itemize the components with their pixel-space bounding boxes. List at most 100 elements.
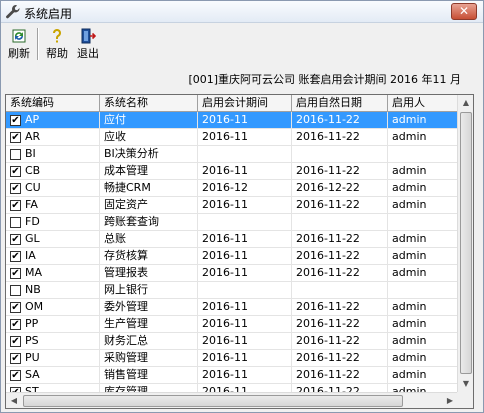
enable-period-cell: 2016-11 (198, 112, 292, 128)
enable-user-cell: admin (388, 265, 458, 281)
column-header-code[interactable]: 系统编码 (6, 95, 100, 111)
scroll-right-arrow-icon[interactable]: ▶ (442, 393, 458, 408)
enable-date-cell (292, 282, 388, 298)
enable-user-cell (388, 146, 458, 162)
system-code: BI (25, 147, 36, 160)
horizontal-scroll-thumb[interactable] (23, 395, 403, 407)
system-code-cell: ✔ AP (6, 112, 100, 128)
help-button[interactable]: 帮助 (41, 26, 73, 62)
column-header-name[interactable]: 系统名称 (100, 95, 198, 111)
system-code-cell: ✔ PS (6, 333, 100, 349)
enable-user-cell: admin (388, 180, 458, 196)
enable-checkbox[interactable]: ✔ (10, 268, 21, 279)
column-header-date[interactable]: 启用自然日期 (292, 95, 388, 111)
scroll-down-arrow-icon[interactable]: ▼ (458, 376, 473, 392)
system-name-cell: 应付 (100, 112, 198, 128)
enable-checkbox[interactable]: ✔ (10, 370, 21, 381)
system-code-cell: ✔ IA (6, 248, 100, 264)
system-name-cell: 固定资产 (100, 197, 198, 213)
horizontal-scrollbar[interactable]: ◀ ▶ (6, 392, 458, 408)
enable-checkbox[interactable]: ✔ (10, 302, 21, 313)
enable-checkbox[interactable]: ✔ (10, 200, 21, 211)
title-bar[interactable]: 系统启用 ✕ (1, 1, 483, 23)
table-row[interactable]: ✔ OM 委外管理 2016-11 2016-11-22 admin (6, 299, 458, 316)
enable-date-cell: 2016-11-22 (292, 231, 388, 247)
vertical-scroll-thumb[interactable] (460, 112, 472, 374)
enable-user-cell (388, 282, 458, 298)
enable-checkbox[interactable]: ✔ (10, 115, 21, 126)
system-code: AR (25, 130, 41, 143)
enable-user-cell: admin (388, 333, 458, 349)
table-row[interactable]: ✔ CB 成本管理 2016-11 2016-11-22 admin (6, 163, 458, 180)
enable-period-cell: 2016-11 (198, 265, 292, 281)
system-name-cell: 采购管理 (100, 350, 198, 366)
system-name-cell: 管理报表 (100, 265, 198, 281)
refresh-button[interactable]: 刷新 (3, 26, 35, 62)
system-name-cell: 总账 (100, 231, 198, 247)
enable-period-cell (198, 282, 292, 298)
enable-checkbox[interactable] (10, 149, 21, 160)
table-row[interactable]: ✔ AP 应付 2016-11 2016-11-22 admin (6, 112, 458, 129)
enable-date-cell: 2016-11-22 (292, 350, 388, 366)
enable-period-cell: 2016-11 (198, 299, 292, 315)
enable-date-cell: 2016-11-22 (292, 299, 388, 315)
table-row[interactable]: ✔ FA 固定资产 2016-11 2016-11-22 admin (6, 197, 458, 214)
enable-user-cell: admin (388, 299, 458, 315)
enable-checkbox[interactable] (10, 285, 21, 296)
table-row[interactable]: BI BI决策分析 (6, 146, 458, 163)
enable-period-cell: 2016-11 (198, 231, 292, 247)
enable-checkbox[interactable]: ✔ (10, 319, 21, 330)
table-row[interactable]: NB 网上银行 (6, 282, 458, 299)
enable-checkbox[interactable]: ✔ (10, 251, 21, 262)
table-row[interactable]: ✔ PS 财务汇总 2016-11 2016-11-22 admin (6, 333, 458, 350)
enable-checkbox[interactable]: ✔ (10, 166, 21, 177)
system-code-cell: ✔ MA (6, 265, 100, 281)
system-code-cell: ✔ PU (6, 350, 100, 366)
system-name-cell: 销售管理 (100, 367, 198, 383)
enable-checkbox[interactable]: ✔ (10, 132, 21, 143)
enable-user-cell: admin (388, 231, 458, 247)
enable-user-cell: admin (388, 197, 458, 213)
enable-user-cell: admin (388, 316, 458, 332)
scroll-left-arrow-icon[interactable]: ◀ (6, 393, 22, 408)
enable-period-cell: 2016-11 (198, 367, 292, 383)
system-code-cell: ✔ AR (6, 129, 100, 145)
system-code: CU (25, 181, 41, 194)
enable-period-cell: 2016-12 (198, 180, 292, 196)
toolbar-separator (37, 28, 39, 60)
enable-checkbox[interactable] (10, 217, 21, 228)
enable-checkbox[interactable]: ✔ (10, 336, 21, 347)
scroll-corner (457, 392, 473, 408)
enable-date-cell (292, 214, 388, 230)
system-code-cell: ✔ PP (6, 316, 100, 332)
table-row[interactable]: ✔ SA 销售管理 2016-11 2016-11-22 admin (6, 367, 458, 384)
table-row[interactable]: ✔ IA 存货核算 2016-11 2016-11-22 admin (6, 248, 458, 265)
system-code-cell: ✔ CU (6, 180, 100, 196)
system-code: IA (25, 249, 36, 262)
table-row[interactable]: ✔ GL 总账 2016-11 2016-11-22 admin (6, 231, 458, 248)
system-code: PU (25, 351, 40, 364)
table-row[interactable]: ✔ MA 管理报表 2016-11 2016-11-22 admin (6, 265, 458, 282)
table-row[interactable]: ✔ CU 畅捷CRM 2016-12 2016-12-22 admin (6, 180, 458, 197)
help-icon (53, 29, 61, 43)
vertical-scrollbar[interactable]: ▲ ▼ (457, 95, 473, 392)
enable-date-cell: 2016-11-22 (292, 248, 388, 264)
close-button[interactable]: ✕ (451, 3, 477, 20)
table-body: ✔ AP 应付 2016-11 2016-11-22 admin ✔ AR 应收 2016-11 2… (6, 112, 458, 401)
table-row[interactable]: FD 跨账套查询 (6, 214, 458, 231)
table-row[interactable]: ✔ PU 采购管理 2016-11 2016-11-22 admin (6, 350, 458, 367)
system-name-cell: 财务汇总 (100, 333, 198, 349)
scroll-up-arrow-icon[interactable]: ▲ (458, 95, 473, 111)
table-row[interactable]: ✔ PP 生产管理 2016-11 2016-11-22 admin (6, 316, 458, 333)
exit-icon (81, 28, 96, 44)
column-header-period[interactable]: 启用会计期间 (198, 95, 292, 111)
account-info-text: [001]重庆阿可云公司 账套启用会计期间 2016 年11 月 (188, 73, 461, 86)
exit-button[interactable]: 退出 (72, 26, 104, 62)
enable-checkbox[interactable]: ✔ (10, 234, 21, 245)
table-row[interactable]: ✔ AR 应收 2016-11 2016-11-22 admin (6, 129, 458, 146)
system-code: OM (25, 300, 44, 313)
enable-checkbox[interactable]: ✔ (10, 183, 21, 194)
system-code: PS (25, 334, 39, 347)
column-header-user[interactable]: 启用人 (388, 95, 458, 111)
enable-checkbox[interactable]: ✔ (10, 353, 21, 364)
